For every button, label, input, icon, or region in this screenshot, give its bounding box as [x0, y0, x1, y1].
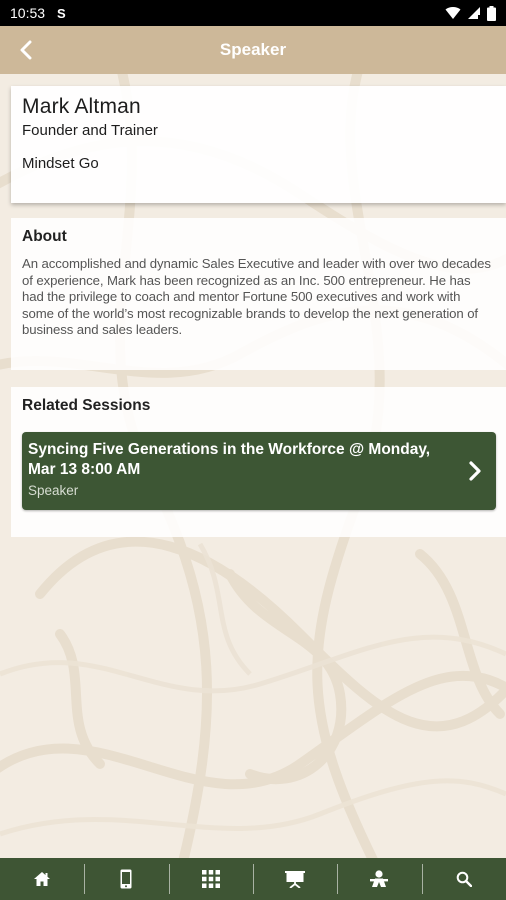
session-title: Syncing Five Generations in the Workforc…: [28, 441, 431, 478]
chevron-left-icon: [20, 40, 32, 60]
tab-home[interactable]: [0, 858, 84, 900]
wifi-icon: [445, 7, 461, 20]
about-section: About An accomplished and dynamic Sales …: [11, 218, 506, 370]
app-bar: Speaker: [0, 26, 506, 74]
about-heading: About: [22, 228, 67, 245]
session-item[interactable]: Syncing Five Generations in the Workforc…: [22, 432, 496, 510]
person-icon: [370, 870, 389, 887]
page-title: Speaker: [219, 40, 287, 59]
status-time: 10:53: [10, 5, 46, 21]
about-text: An accomplished and dynamic Sales Execut…: [22, 256, 491, 337]
grid-icon: [201, 870, 220, 888]
related-sessions-section: Related Sessions Syncing Five Generation…: [11, 387, 506, 537]
speaker-title: Founder and Trainer: [22, 122, 158, 139]
phone-icon: [120, 869, 132, 889]
tab-sessions[interactable]: [252, 858, 337, 900]
tab-speakers[interactable]: [337, 858, 421, 900]
home-icon: [34, 872, 51, 886]
related-sessions-heading: Related Sessions: [22, 397, 151, 414]
tab-search[interactable]: [421, 858, 506, 900]
speaker-name: Mark Altman: [22, 95, 141, 118]
tab-grid[interactable]: [168, 858, 253, 900]
session-role: Speaker: [28, 483, 79, 498]
bottom-tab-bar: [0, 858, 506, 900]
status-bar: 10:53 S: [0, 0, 506, 26]
speaker-card: Mark Altman Founder and Trainer Mindset …: [11, 86, 506, 203]
search-icon: [456, 871, 472, 887]
chevron-right-icon: [469, 461, 481, 481]
tab-mobile[interactable]: [84, 858, 168, 900]
speaker-company: Mindset Go: [22, 155, 99, 172]
cellular-signal-icon: [468, 7, 480, 19]
presentation-icon: [285, 871, 306, 888]
back-button[interactable]: [12, 36, 40, 64]
app-notification-icon: S: [57, 5, 66, 21]
battery-icon: [487, 5, 496, 21]
